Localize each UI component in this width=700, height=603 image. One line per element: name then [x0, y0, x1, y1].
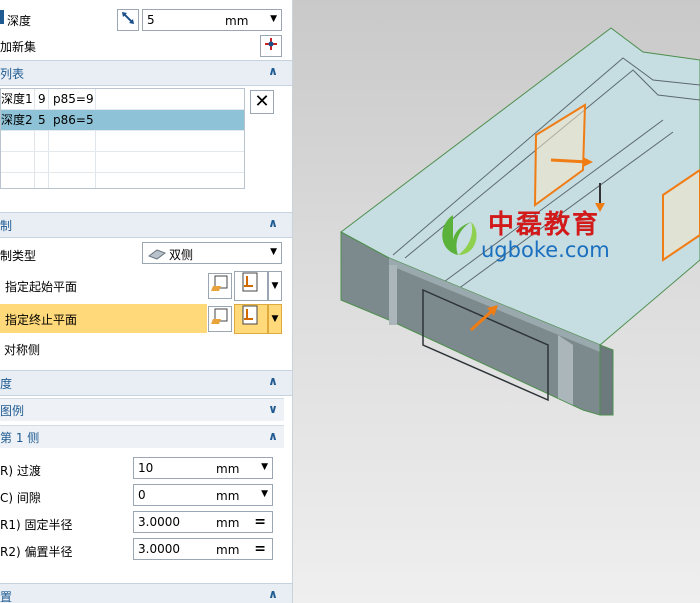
chevron-down-icon[interactable]: ▼ [270, 14, 277, 24]
legend-subsection-header[interactable]: 图例 ∨ [0, 398, 284, 421]
delete-button[interactable]: ✕ [250, 90, 274, 114]
chevron-down-icon[interactable]: ▼ [270, 247, 277, 257]
row-num: 9 [38, 92, 46, 106]
watermark-url: ugboke.com [481, 238, 610, 262]
side1-subsection-header[interactable]: 第 1 侧 ∧ [0, 425, 284, 448]
transition-label: R) 过渡 [0, 464, 41, 478]
plane-select-icon [242, 272, 258, 292]
table-row-empty[interactable] [1, 152, 244, 173]
close-icon: ✕ [254, 91, 270, 112]
offset-radius-input[interactable]: 3.0000 mm = [133, 538, 273, 560]
equals-icon[interactable]: = [254, 541, 266, 557]
clearance-unit: mm [216, 489, 240, 503]
feature-dialog-panel: 深度 5 mm ▼ 加新集 列表 ∧ 深度1 9 p85=9 深度2 5 p86… [0, 0, 293, 603]
transition-unit: mm [216, 462, 240, 476]
transition-value: 10 [138, 461, 154, 475]
settings-section-header[interactable]: 置 ∧ [0, 583, 292, 603]
add-new-set-button[interactable] [260, 35, 282, 57]
row-expression: p85=9 [53, 92, 94, 106]
chevron-down-icon[interactable]: ▼ [268, 304, 282, 334]
row-expression: p86=5 [53, 113, 94, 127]
fixed-radius-label: R1) 固定半径 [0, 518, 73, 532]
plane-dialog-button[interactable] [208, 273, 232, 299]
offset-radius-unit: mm [216, 543, 240, 557]
end-plane-selector[interactable] [234, 304, 268, 334]
graphics-viewport[interactable]: 中磊教育 ugboke.com [293, 0, 700, 603]
transition-input[interactable]: 10 mm ▼ [133, 457, 273, 479]
depth-list-table: 深度1 9 p85=9 深度2 5 p86=5 [0, 88, 245, 189]
row-indicator [0, 10, 4, 24]
depth-label: 深度 [7, 14, 32, 28]
chevron-down-icon[interactable]: ∨ [266, 402, 280, 416]
chevron-down-icon[interactable]: ▼ [261, 489, 268, 499]
row-num: 5 [38, 113, 46, 127]
infer-distance-icon[interactable] [117, 9, 139, 31]
limit-type-label: 制类型 [0, 249, 37, 263]
end-plane-label: 指定终止平面 [5, 313, 78, 327]
chevron-up-icon[interactable]: ∧ [266, 587, 280, 601]
clearance-label: C) 间隙 [0, 491, 41, 505]
chevron-up-icon[interactable]: ∧ [266, 374, 280, 388]
chevron-up-icon[interactable]: ∧ [266, 64, 280, 78]
crosshair-add-icon [265, 38, 277, 50]
list-section-title: 列表 [0, 67, 25, 81]
offset-radius-label: R2) 偏置半径 [0, 545, 73, 559]
limit-type-value: 双侧 [169, 248, 194, 262]
watermark-brand: 中磊教育 [488, 210, 601, 240]
depth-value: 5 [147, 13, 155, 27]
start-plane-selector[interactable] [234, 271, 268, 301]
sheet-metal-model[interactable] [293, 0, 700, 603]
plane-dialog-button[interactable] [208, 306, 232, 332]
plane-dialog-icon [211, 275, 228, 291]
limit-section-title: 制 [0, 219, 13, 233]
row-name: 深度2 [1, 113, 33, 127]
width-section-title: 度 [0, 377, 13, 391]
chevron-down-icon[interactable]: ▼ [261, 462, 268, 472]
clearance-value: 0 [138, 488, 146, 502]
chevron-down-icon[interactable]: ▼ [268, 271, 282, 301]
clearance-input[interactable]: 0 mm ▼ [133, 484, 273, 506]
settings-section-title: 置 [0, 590, 13, 603]
limit-type-select[interactable]: 双侧 ▼ [142, 242, 282, 264]
row-name: 深度1 [1, 92, 33, 106]
table-row[interactable]: 深度1 9 p85=9 [1, 89, 244, 110]
fixed-radius-unit: mm [216, 516, 240, 530]
start-plane-label: 指定起始平面 [5, 280, 78, 294]
chevron-up-icon[interactable]: ∧ [266, 429, 280, 443]
symmetric-label: 对称侧 [4, 343, 41, 357]
limit-section-header[interactable]: 制 ∧ [0, 212, 292, 238]
legend-title: 图例 [0, 404, 25, 418]
chevron-up-icon[interactable]: ∧ [266, 216, 280, 230]
plane-select-icon [242, 305, 258, 325]
width-section-header[interactable]: 度 ∧ [0, 370, 292, 396]
table-row-empty[interactable] [1, 131, 244, 152]
list-section-header[interactable]: 列表 ∧ [0, 60, 292, 86]
plane-dialog-icon [211, 308, 228, 324]
double-side-icon [148, 249, 166, 260]
fixed-radius-value: 3.0000 [138, 515, 180, 529]
fixed-radius-input[interactable]: 3.0000 mm = [133, 511, 273, 533]
depth-input[interactable]: 5 mm ▼ [142, 9, 282, 31]
offset-radius-value: 3.0000 [138, 542, 180, 556]
add-new-set-label: 加新集 [0, 40, 37, 54]
table-row-selected[interactable]: 深度2 5 p86=5 [1, 110, 244, 131]
depth-unit: mm [225, 14, 249, 28]
side1-title: 第 1 侧 [0, 431, 40, 445]
equals-icon[interactable]: = [254, 514, 266, 530]
